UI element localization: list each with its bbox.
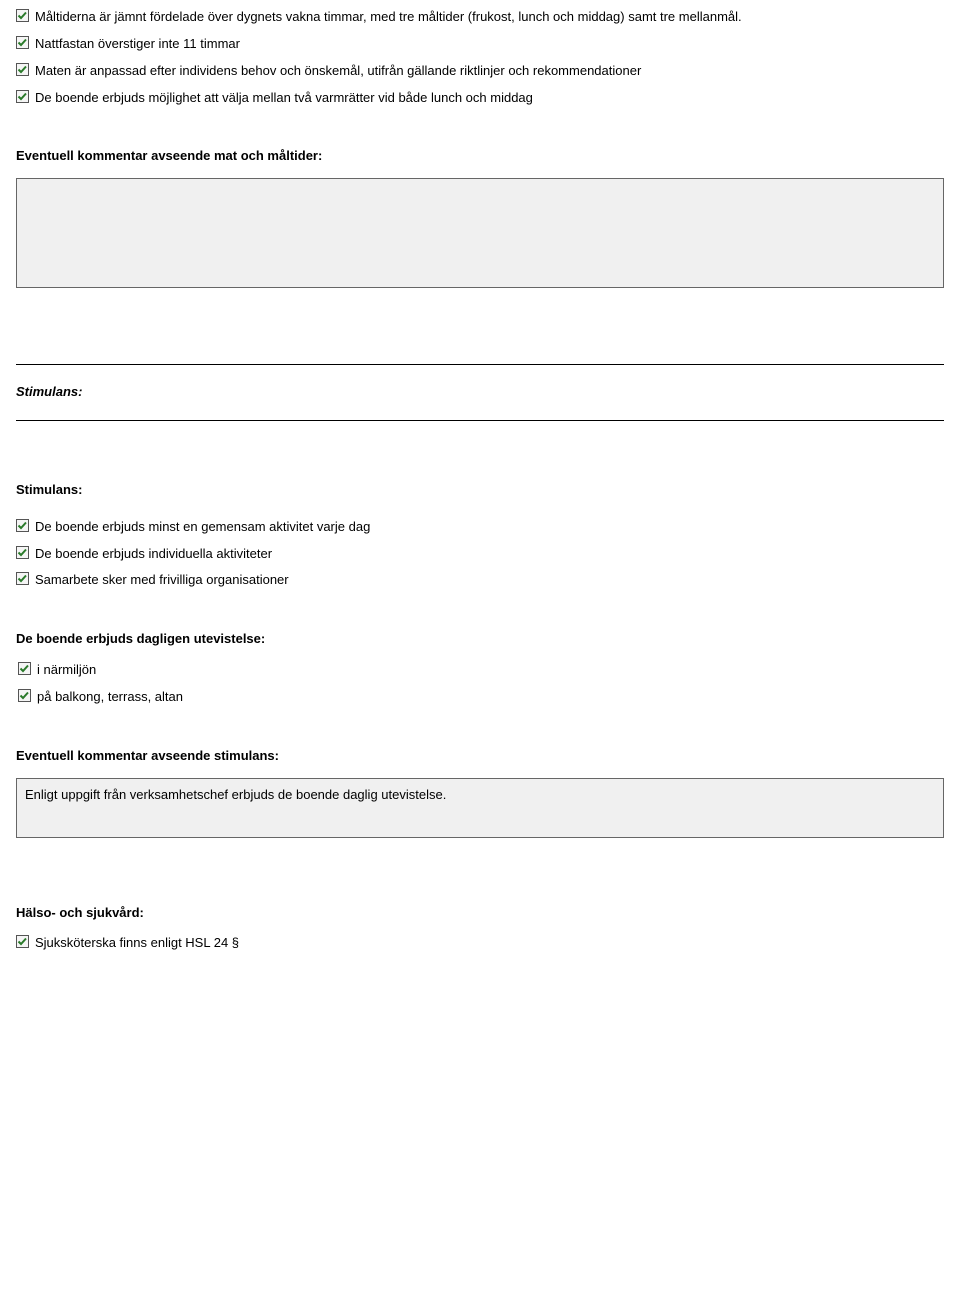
checklist-item: Nattfastan överstiger inte 11 timmar	[16, 35, 944, 54]
utevistelse-heading: De boende erbjuds dagligen utevistelse:	[16, 630, 944, 649]
checklist-item-text: Maten är anpassad efter individens behov…	[35, 62, 944, 81]
checklist-item: Samarbete sker med frivilliga organisati…	[16, 571, 944, 590]
checklist-item-text: De boende erbjuds individuella aktivitet…	[35, 545, 944, 564]
checklist-item-text: De boende erbjuds möjlighet att välja me…	[35, 89, 944, 108]
checkbox-checked-icon	[18, 662, 31, 675]
comment-mat-heading: Eventuell kommentar avseende mat och mål…	[16, 147, 944, 166]
checklist-item-text: Måltiderna är jämnt fördelade över dygne…	[35, 8, 944, 27]
checklist-item-text: Nattfastan överstiger inte 11 timmar	[35, 35, 944, 54]
checkbox-checked-icon	[16, 36, 29, 49]
checklist-item-text: Samarbete sker med frivilliga organisati…	[35, 571, 944, 590]
checklist-item: De boende erbjuds individuella aktivitet…	[16, 545, 944, 564]
checklist-item: på balkong, terrass, altan	[16, 688, 944, 707]
checklist-item: De boende erbjuds minst en gemensam akti…	[16, 518, 944, 537]
checklist-item: Maten är anpassad efter individens behov…	[16, 62, 944, 81]
checklist-item-text: i närmiljön	[37, 661, 944, 680]
comment-stimulans-heading: Eventuell kommentar avseende stimulans:	[16, 747, 944, 766]
checkbox-checked-icon	[16, 9, 29, 22]
checklist-item-text: De boende erbjuds minst en gemensam akti…	[35, 518, 944, 537]
checkbox-checked-icon	[16, 935, 29, 948]
page-container: Måltiderna är jämnt fördelade över dygne…	[0, 8, 960, 1001]
checkbox-checked-icon	[16, 572, 29, 585]
checklist-item: Måltiderna är jämnt fördelade över dygne…	[16, 8, 944, 27]
checklist-item: i närmiljön	[16, 661, 944, 680]
stimulans-sub-title: Stimulans:	[16, 481, 944, 500]
hsl-heading: Hälso- och sjukvård:	[16, 904, 944, 923]
section-divider	[16, 420, 944, 421]
checklist-item-text: Sjuksköterska finns enligt HSL 24 §	[35, 934, 944, 953]
checklist-item: De boende erbjuds möjlighet att välja me…	[16, 89, 944, 108]
checkbox-checked-icon	[16, 519, 29, 532]
checkbox-checked-icon	[16, 63, 29, 76]
section-divider	[16, 364, 944, 365]
checkbox-checked-icon	[16, 90, 29, 103]
checkbox-checked-icon	[18, 689, 31, 702]
checkbox-checked-icon	[16, 546, 29, 559]
comment-stimulans-textarea[interactable]	[16, 778, 944, 838]
comment-mat-textarea[interactable]	[16, 178, 944, 288]
stimulans-section-title: Stimulans:	[16, 383, 944, 402]
checklist-item: Sjuksköterska finns enligt HSL 24 §	[16, 934, 944, 953]
checklist-item-text: på balkong, terrass, altan	[37, 688, 944, 707]
